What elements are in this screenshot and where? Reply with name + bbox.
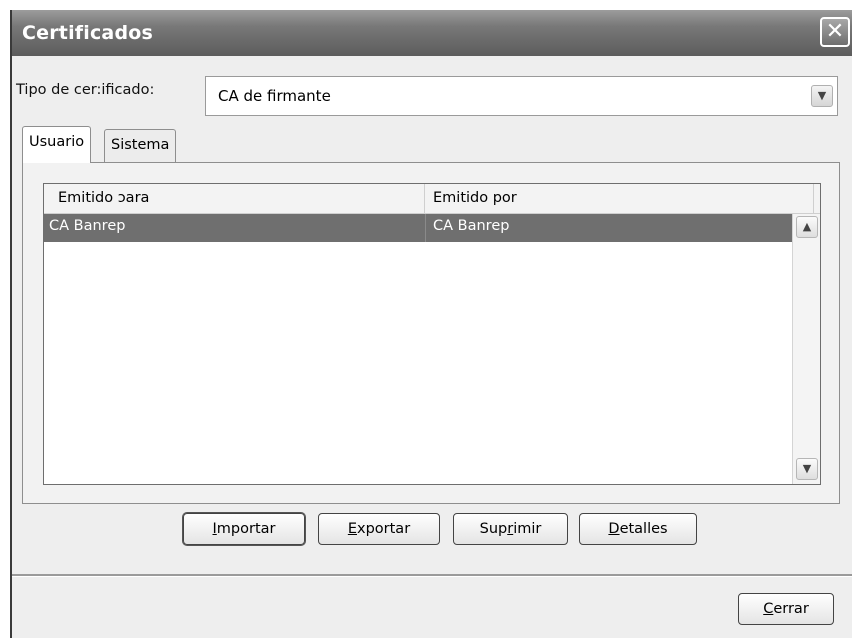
row-issued-by: CA Banrep	[433, 218, 510, 234]
chevron-up-icon[interactable]: ▲	[796, 216, 818, 238]
dialog-title: Certificados	[22, 22, 154, 44]
certificate-type-select[interactable]: CA de firmante ▼	[205, 76, 838, 116]
certificates-dialog: Certificados ✕ Tipo de cer:ificado: CA d…	[10, 10, 852, 638]
certificate-list[interactable]: Emitido ɔara Emitido por CA Banrep CA Ba…	[43, 183, 821, 485]
list-scrollbar[interactable]: ▲ ▼	[792, 214, 820, 484]
tab-sistema-label: Sistema	[111, 137, 170, 153]
certificate-type-value: CA de firmante	[218, 87, 331, 105]
chevron-down-icon[interactable]: ▼	[811, 85, 833, 107]
export-label-post: xportar	[357, 521, 411, 537]
export-button[interactable]: Exportar	[318, 513, 440, 545]
table-row[interactable]: CA Banrep CA Banrep	[44, 214, 812, 242]
details-label-post: etalles	[619, 521, 668, 537]
tab-usuario[interactable]: Usuario	[22, 126, 92, 163]
import-label-post: mportar	[216, 521, 276, 537]
close-label-post: errar	[773, 601, 809, 617]
tab-usuario-label: Usuario	[29, 134, 85, 150]
details-label-key: D	[608, 521, 620, 537]
footer-separator-highlight	[12, 576, 852, 577]
delete-label-post: imir	[513, 521, 542, 537]
row-issued-to: CA Banrep	[49, 218, 126, 234]
column-header-issued-by[interactable]: Emitido por	[425, 184, 814, 213]
row-column-divider	[425, 214, 426, 242]
delete-label-pre: Sup	[479, 521, 508, 537]
column-header-issued-by-label: Emitido por	[433, 190, 517, 206]
details-button[interactable]: Detalles	[579, 513, 697, 545]
chevron-down-icon[interactable]: ▼	[796, 458, 818, 480]
delete-button[interactable]: Suprimir	[453, 513, 568, 545]
close-icon[interactable]: ✕	[820, 17, 850, 47]
list-header: Emitido ɔara Emitido por	[44, 184, 820, 214]
close-button[interactable]: Cerrar	[738, 593, 834, 625]
certificate-type-label: Tipo de cer:ificado:	[16, 82, 155, 98]
column-header-issued-to-label: Emitido ɔara	[58, 190, 150, 206]
title-bar[interactable]: Certificados ✕	[12, 10, 852, 56]
tab-sistema[interactable]: Sistema	[104, 129, 177, 163]
close-label-key: C	[763, 601, 774, 617]
export-label-key: E	[347, 521, 357, 537]
column-header-issued-to[interactable]: Emitido ɔara	[44, 184, 425, 213]
tab-panel-usuario: Emitido ɔara Emitido por CA Banrep CA Ba…	[22, 162, 840, 504]
import-button[interactable]: Importar	[183, 513, 305, 545]
